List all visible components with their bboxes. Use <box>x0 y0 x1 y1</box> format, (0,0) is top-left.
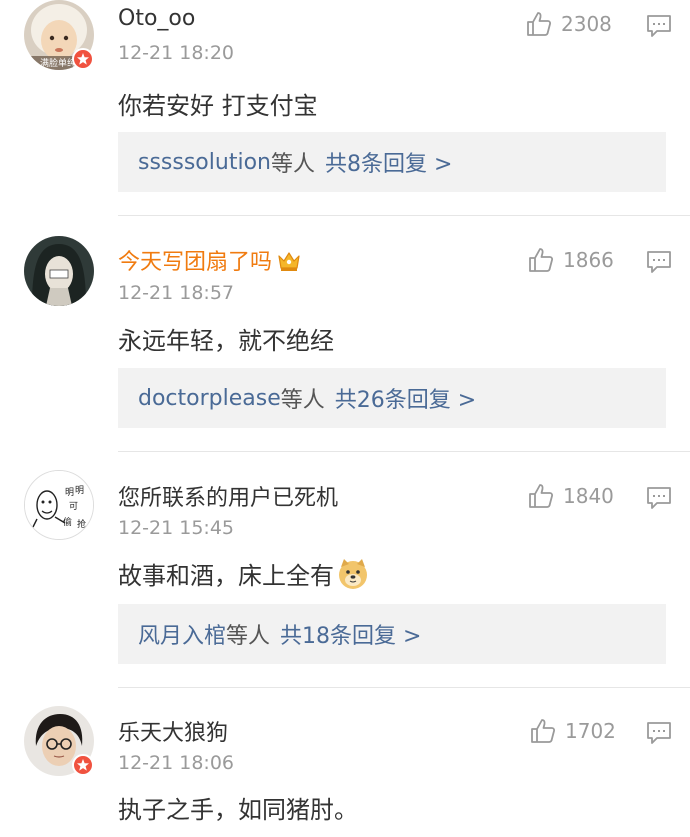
like-count: 2308 <box>561 12 612 36</box>
sketch-meme-avatar-icon[interactable]: 明 明 可 偷 抢 <box>24 470 94 540</box>
like-button[interactable]: 1702 <box>529 717 616 745</box>
timestamp: 12-21 18:57 <box>118 282 235 304</box>
thumbs-up-icon <box>529 248 554 272</box>
doge-emoji-icon <box>339 559 367 589</box>
reply-users[interactable]: doctorplease <box>138 386 281 411</box>
timestamp: 12-21 18:06 <box>118 752 235 774</box>
reply-etc: 等人 <box>270 152 315 177</box>
long-hair-avatar-icon[interactable] <box>24 236 94 306</box>
svg-text:偷: 偷 <box>63 516 72 528</box>
svg-text:抢: 抢 <box>77 518 86 530</box>
reply-count[interactable]: 共18条回复 > <box>280 618 421 650</box>
avatar-label: 满脸单纯 <box>40 59 77 69</box>
divider <box>118 687 690 688</box>
reply-users[interactable]: sssssolution <box>138 150 271 175</box>
reply-users[interactable]: 风月入棺 <box>138 618 226 650</box>
reply-count[interactable]: 共8条回复 > <box>325 146 452 178</box>
comment-reply-icon[interactable] <box>646 14 672 38</box>
reply-etc: 等人 <box>280 388 325 413</box>
comment-text: 执子之手，如同猪肘。 <box>118 796 358 824</box>
like-button[interactable]: 2308 <box>525 10 612 38</box>
crown-icon <box>278 252 300 271</box>
divider <box>118 451 690 452</box>
thumbs-up-icon <box>529 484 554 508</box>
username-text: 今天写团扇了吗 <box>118 250 273 275</box>
like-button[interactable]: 1840 <box>527 482 614 510</box>
like-count: 1840 <box>563 484 614 508</box>
comment-text: 永远年轻，就不绝经 <box>118 327 334 355</box>
timestamp: 12-21 15:45 <box>118 517 235 539</box>
like-count: 1866 <box>563 248 614 272</box>
comment-text: 故事和酒，床上全有 <box>118 556 370 591</box>
timestamp: 12-21 18:20 <box>118 42 235 64</box>
svg-text:明: 明 <box>65 487 74 498</box>
reply-summary[interactable]: 风月入棺 等人 共18条回复 > <box>118 604 666 664</box>
reply-summary[interactable]: doctorplease 等人 共26条回复 > <box>118 368 666 428</box>
verified-badge-icon <box>72 754 94 776</box>
thumbs-up-icon <box>527 12 552 36</box>
svg-text:可: 可 <box>69 501 78 512</box>
thumbs-up-icon <box>531 719 556 743</box>
like-button[interactable]: 1866 <box>527 246 614 274</box>
reply-summary[interactable]: sssssolution 等人 共8条回复 > <box>118 132 666 192</box>
comment-reply-icon[interactable] <box>646 721 672 745</box>
like-count: 1702 <box>565 719 616 743</box>
comment-reply-icon[interactable] <box>646 250 672 274</box>
username[interactable]: 今天写团扇了吗 <box>118 244 302 276</box>
username[interactable]: 您所联系的用户已死机 <box>118 480 338 512</box>
comment-text: 你若安好 打支付宝 <box>118 92 318 120</box>
reply-count[interactable]: 共26条回复 > <box>335 382 476 414</box>
divider <box>118 215 690 216</box>
comment-text-body: 故事和酒，床上全有 <box>118 562 334 590</box>
username[interactable]: 乐天大狼狗 <box>118 715 228 747</box>
verified-badge-icon <box>72 48 94 70</box>
svg-text:明: 明 <box>75 485 84 496</box>
username[interactable]: Oto_oo <box>118 6 195 31</box>
reply-etc: 等人 <box>226 624 271 649</box>
comment-reply-icon[interactable] <box>646 486 672 510</box>
